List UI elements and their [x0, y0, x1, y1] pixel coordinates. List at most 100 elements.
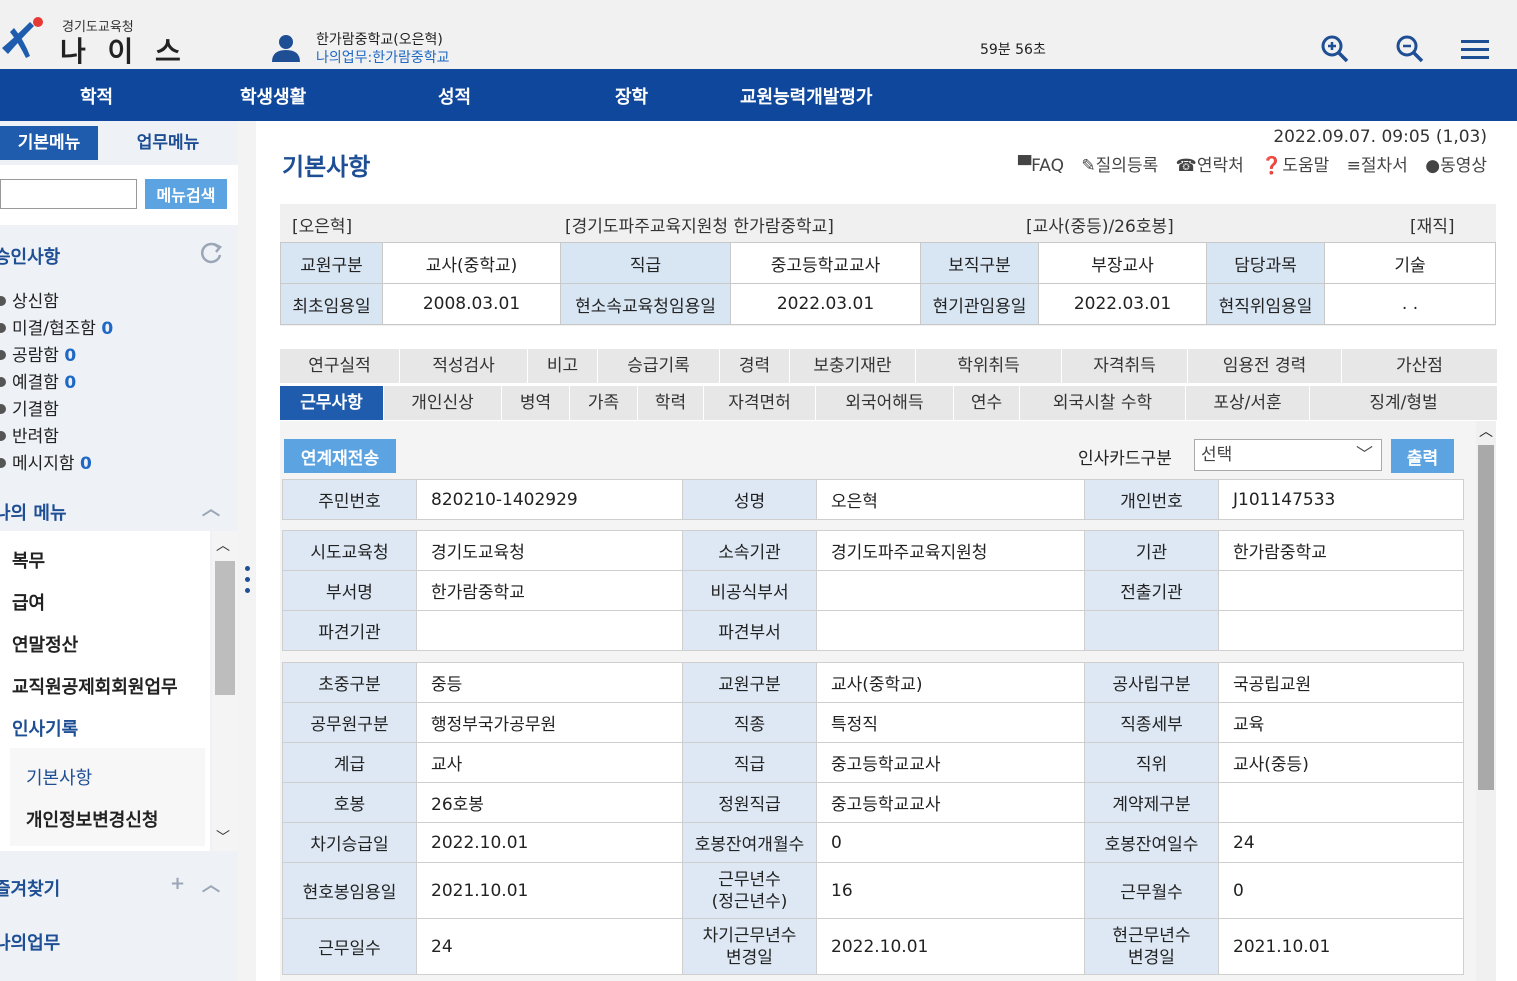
- user-name[interactable]: 한가람중학교(오은혁): [316, 29, 443, 49]
- tab-item[interactable]: 학력: [638, 386, 704, 420]
- chevron-up-icon[interactable]: ︿: [202, 871, 220, 897]
- tab-item[interactable]: 가족: [570, 386, 638, 420]
- approval-item[interactable]: 예결함 0: [0, 368, 76, 393]
- tab-item[interactable]: 비고: [528, 349, 598, 383]
- tab-item-active[interactable]: 근무사항: [280, 386, 384, 420]
- tab-item[interactable]: 연구실적: [280, 349, 400, 383]
- summary-label: 직급: [560, 242, 731, 284]
- scroll-up-icon[interactable]: ︿: [216, 535, 230, 555]
- user-role[interactable]: 나의업무:한가람중학교: [316, 47, 450, 67]
- field-value: 한가람중학교: [1218, 530, 1464, 571]
- mymenu-item[interactable]: 연말정산: [12, 631, 78, 657]
- approval-item[interactable]: 공람함 0: [0, 341, 76, 366]
- approval-item[interactable]: 반려함: [0, 422, 59, 447]
- relay-resend-button[interactable]: 연계재전송: [284, 439, 396, 473]
- mymenu-item[interactable]: 복무: [12, 547, 45, 573]
- approval-item[interactable]: 메시지함 0: [0, 449, 92, 474]
- field-label: 호봉: [282, 782, 417, 823]
- menu-search-button[interactable]: 메뉴검색: [145, 179, 227, 209]
- summary-value: 중고등학교교사: [730, 242, 921, 284]
- field-value: [1218, 782, 1464, 823]
- left-scrollbar[interactable]: ︿ ﹀: [212, 531, 238, 851]
- tab-item[interactable]: 보충기재란: [790, 349, 916, 383]
- tab-item[interactable]: 적성검사: [400, 349, 528, 383]
- table-row: 계급 교사 직급 중고등학교교사 직위 교사(중등): [282, 742, 1464, 783]
- tab-item[interactable]: 외국시찰 수학: [1020, 386, 1186, 420]
- tab-item[interactable]: 경력: [720, 349, 790, 383]
- approval-item[interactable]: 미결/협조함 0: [0, 314, 113, 339]
- field-label: 직종: [682, 702, 817, 743]
- contact-link[interactable]: ☎연락처: [1176, 156, 1244, 176]
- refresh-icon[interactable]: [198, 239, 224, 267]
- question-link[interactable]: ✎질의등록: [1081, 156, 1158, 176]
- procedure-link[interactable]: ≡절차서: [1347, 156, 1408, 176]
- field-label: 공사립구분: [1084, 662, 1219, 703]
- scroll-thumb[interactable]: [1478, 445, 1494, 790]
- bullet-icon: [0, 458, 6, 468]
- tab-basic-menu[interactable]: 기본메뉴: [0, 126, 98, 160]
- mymenu-item[interactable]: 교직원공제회회원업무: [12, 673, 178, 699]
- nav-item[interactable]: 학생생활: [240, 83, 306, 109]
- print-button[interactable]: 출력: [1391, 439, 1454, 473]
- scroll-up-icon[interactable]: ︿: [1479, 421, 1493, 441]
- mymenu-item[interactable]: 급여: [12, 589, 45, 615]
- tab-item[interactable]: 자격면허: [704, 386, 816, 420]
- help-link[interactable]: ❓도움말: [1261, 156, 1329, 176]
- field-value: 24: [416, 918, 683, 975]
- summary-label: 현소속교육청임용일: [560, 283, 731, 325]
- mymenu-item[interactable]: 인사기록: [12, 715, 78, 741]
- field-value: 26호봉: [416, 782, 683, 823]
- tab-item[interactable]: 징계/형벌: [1310, 386, 1498, 420]
- field-value: 16: [816, 862, 1085, 919]
- nav-item[interactable]: 장학: [615, 83, 648, 109]
- tab-item[interactable]: 외국어해득: [816, 386, 954, 420]
- field-label: 초중구분: [282, 662, 417, 703]
- summary-label: 최초임용일: [280, 283, 383, 325]
- nav-item[interactable]: 학적: [80, 83, 113, 109]
- approval-item[interactable]: 기결함: [0, 395, 59, 420]
- card-type-select[interactable]: 선택 ﹀: [1194, 439, 1382, 471]
- tab-item[interactable]: 포상/서훈: [1186, 386, 1310, 420]
- submenu-item-active[interactable]: 기본사항: [26, 764, 92, 790]
- field-value: 행정부국가공무원: [416, 702, 683, 743]
- video-link[interactable]: ●동영상: [1425, 156, 1487, 176]
- summary-value: 2022.03.01: [730, 283, 921, 325]
- app-name: 나 이 스: [60, 35, 187, 68]
- tab-item[interactable]: 가산점: [1342, 349, 1498, 383]
- field-value: 2022.10.01: [416, 822, 683, 863]
- tab-item[interactable]: 학위취득: [916, 349, 1062, 383]
- tab-item[interactable]: 연수: [954, 386, 1020, 420]
- add-icon[interactable]: +: [170, 873, 185, 894]
- nav-item[interactable]: 성적: [438, 83, 471, 109]
- zoom-out-icon[interactable]: [1393, 32, 1427, 66]
- tab-item[interactable]: 개인신상: [384, 386, 502, 420]
- field-value: 경기도교육청: [416, 530, 683, 571]
- menu-search-input[interactable]: [0, 179, 137, 209]
- zoom-in-icon[interactable]: [1318, 32, 1352, 66]
- tab-item[interactable]: 승급기록: [598, 349, 720, 383]
- chevron-down-icon: ﹀: [1356, 445, 1373, 465]
- field-value: 오은혁: [816, 479, 1085, 520]
- panel-splitter[interactable]: [238, 121, 256, 981]
- field-label: 현근무년수 변경일: [1084, 918, 1219, 975]
- menu-icon[interactable]: [1458, 32, 1492, 66]
- mymenu-list: 복무 급여 연말정산 교직원공제회회원업무 인사기록 기본사항 개인정보변경신청: [0, 531, 210, 851]
- detail-scrollbar[interactable]: ︿: [1476, 421, 1496, 981]
- scroll-down-icon[interactable]: ﹀: [216, 827, 230, 847]
- tab-work-menu[interactable]: 업무메뉴: [98, 126, 238, 160]
- table-row: 파견기관 파견부서: [282, 610, 1464, 651]
- submenu-item[interactable]: 개인정보변경신청: [26, 806, 158, 832]
- faq-link[interactable]: ▀FAQ: [1018, 156, 1064, 176]
- approval-item[interactable]: 상신함: [0, 287, 59, 312]
- summary-row: 최초임용일 2008.03.01 현소속교육청임용일 2022.03.01 현기…: [280, 283, 1496, 325]
- tab-item[interactable]: 임용전 경력: [1188, 349, 1342, 383]
- tab-item[interactable]: 자격취득: [1062, 349, 1188, 383]
- nav-item[interactable]: 교원능력개발평가: [740, 83, 872, 109]
- chevron-up-icon[interactable]: ︿: [202, 495, 220, 521]
- scroll-thumb[interactable]: [215, 561, 235, 695]
- field-label: 차기승급일: [282, 822, 417, 863]
- field-label: 근무년수 (정근년수): [682, 862, 817, 919]
- tab-item[interactable]: 병역: [502, 386, 570, 420]
- field-value: 2022.10.01: [816, 918, 1085, 975]
- field-label: 소속기관: [682, 530, 817, 571]
